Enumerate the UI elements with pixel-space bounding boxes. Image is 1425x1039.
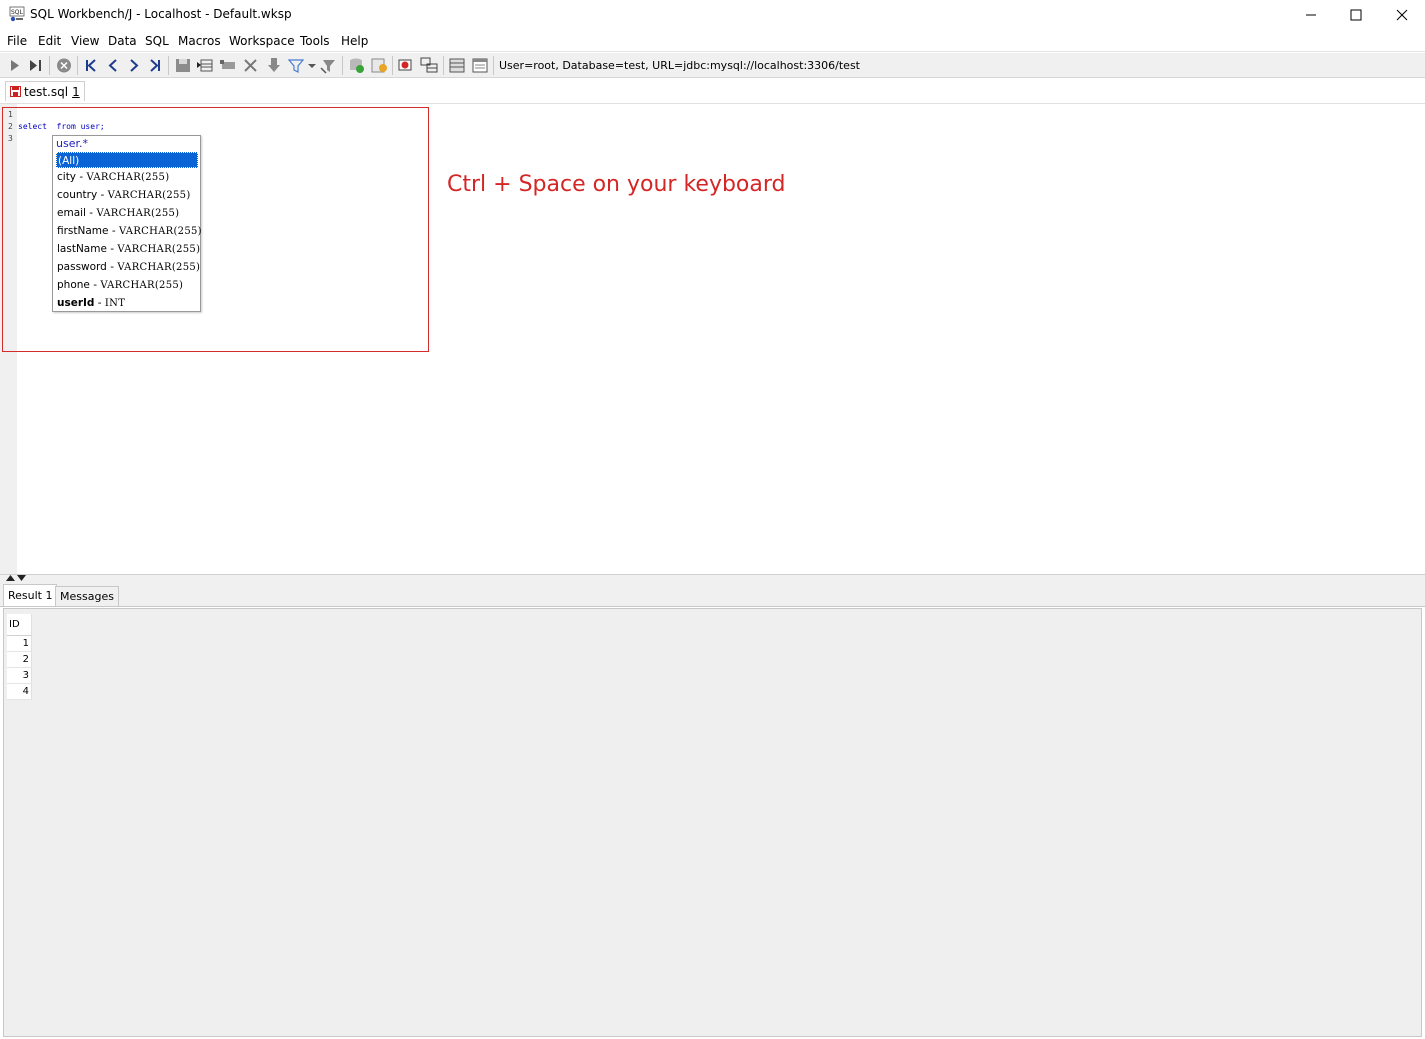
menu-tools[interactable]: Tools [300,34,330,48]
sql-file-icon [10,86,21,97]
commit-icon[interactable] [347,57,365,74]
column-name: city [57,171,77,183]
sql-editor[interactable]: 1 2 3 select from user; user.* (All) cit… [0,103,1425,575]
rollback-icon[interactable] [370,57,388,74]
menu-view[interactable]: View [71,34,99,48]
tab-messages[interactable]: Messages [55,586,119,606]
editor-tab-strip: test.sql 1 [0,79,1425,101]
column-name: phone [57,279,90,291]
tab-number: 1 [72,84,80,99]
result-grid[interactable]: ID 1 2 3 4 [7,614,32,700]
column-name: userId [57,297,95,309]
autocomplete-item[interactable]: city - VARCHAR(255) [56,169,198,185]
result-window-icon[interactable] [471,57,489,74]
expand-up-icon[interactable] [6,575,15,581]
minimize-button[interactable] [1288,0,1334,30]
maximize-button[interactable] [1333,0,1379,30]
maximize-icon [1350,9,1362,21]
column-type: VARCHAR(255) [117,244,201,255]
title-bar: SQL SQL Workbench/J - Localhost - Defaul… [0,0,1425,30]
delete-row-icon[interactable] [242,57,260,74]
column-name: email [57,207,86,219]
save-icon[interactable] [174,57,192,74]
column-name: password [57,261,107,273]
autocomplete-item-all[interactable]: (All) [56,152,198,168]
column-type: VARCHAR(255) [107,190,191,201]
minimize-icon [1306,14,1316,16]
window-title: SQL Workbench/J - Localhost - Default.wk… [30,7,292,21]
tab-result-1[interactable]: Result 1 [3,584,58,606]
tab-test-sql[interactable]: test.sql 1 [5,81,85,101]
column-type: VARCHAR(255) [118,226,202,237]
table-cell[interactable]: 2 [7,652,32,668]
autocomplete-item[interactable]: password - VARCHAR(255) [56,259,201,275]
column-name: lastName [57,243,107,255]
stop-on-error-icon[interactable] [397,57,415,74]
column-name: (All) [58,155,80,167]
menu-sql[interactable]: SQL [145,34,169,48]
filter-icon[interactable] [288,57,306,74]
autocomplete-header: user.* [56,137,88,150]
column-type: INT [104,298,126,309]
menu-help[interactable]: Help [341,34,368,48]
annotation-text: Ctrl + Space on your keyboard [447,172,786,197]
menu-workspace[interactable]: Workspace [229,34,295,48]
column-type: VARCHAR(255) [86,172,170,183]
menu-macros[interactable]: Macros [178,34,221,48]
remove-filter-icon[interactable] [320,57,338,74]
cancel-icon[interactable] [55,57,73,74]
first-record-icon[interactable] [82,57,100,74]
result-panel: ID 1 2 3 4 [3,608,1422,1037]
menu-data[interactable]: Data [108,34,137,48]
insert-row-icon[interactable] [196,57,214,74]
sql-workbench-app-icon: SQL [9,6,25,22]
autocomplete-item[interactable]: country - VARCHAR(255) [56,187,198,203]
column-name: country [57,189,98,201]
connection-info: User=root, Database=test, URL=jdbc:mysql… [499,59,860,72]
database-explorer-icon[interactable] [420,57,438,74]
table-cell[interactable]: 1 [7,636,32,652]
filter-dropdown-icon[interactable] [306,57,318,74]
copy-row-icon[interactable] [219,57,237,74]
table-cell[interactable]: 4 [7,684,32,700]
tab-label: test.sql [24,84,69,99]
close-icon [1396,9,1408,21]
column-name: firstName [57,225,109,237]
autocomplete-item[interactable]: email - VARCHAR(255) [56,205,198,221]
column-type: VARCHAR(255) [117,262,201,273]
splitter[interactable] [0,574,1425,582]
last-record-icon[interactable] [146,57,164,74]
previous-record-icon[interactable] [104,57,122,74]
svg-text:SQL: SQL [11,9,24,16]
collapse-down-icon[interactable] [17,575,26,581]
autocomplete-item-primary-key[interactable]: userId - INT [56,295,198,311]
autocomplete-item[interactable]: phone - VARCHAR(255) [56,277,198,293]
menu-bar: File Edit View Data SQL Macros Workspace… [0,30,1425,52]
menu-file[interactable]: File [7,34,27,48]
autocomplete-popup[interactable]: user.* (All) city - VARCHAR(255) country… [52,135,202,312]
column-header-id[interactable]: ID [7,614,32,636]
result-tab-strip: Result 1 Messages [0,582,1425,607]
table-cell[interactable]: 3 [7,668,32,684]
autocomplete-item[interactable]: lastName - VARCHAR(255) [56,241,201,257]
column-type: VARCHAR(255) [100,280,184,291]
autocomplete-item[interactable]: firstName - VARCHAR(255) [56,223,202,239]
next-record-icon[interactable] [125,57,143,74]
export-icon[interactable] [265,57,283,74]
toolbar: User=root, Database=test, URL=jdbc:mysql… [0,53,1425,78]
column-type: VARCHAR(255) [96,208,180,219]
close-button[interactable] [1379,0,1425,30]
table-icon[interactable] [448,57,466,74]
execute-current-icon[interactable] [27,57,45,74]
menu-edit[interactable]: Edit [38,34,61,48]
execute-icon[interactable] [6,57,24,74]
